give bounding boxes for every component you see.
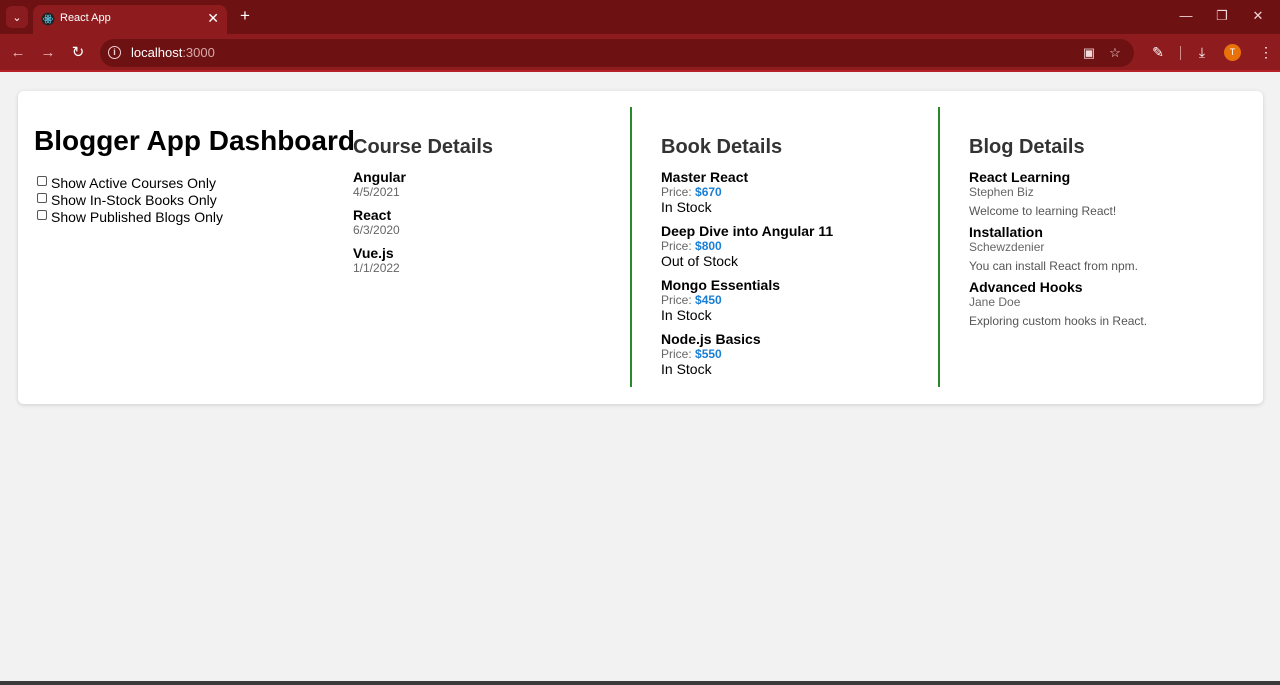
blog-details-section: Blog Details React Learning Stephen Biz …	[969, 136, 1147, 334]
tab-title: React App	[60, 12, 111, 24]
course-name: React	[353, 207, 392, 223]
taskbar-edge	[0, 681, 1280, 685]
column-divider	[938, 107, 940, 387]
browser-tab[interactable]: React App ✕	[33, 5, 227, 34]
column-divider	[630, 107, 632, 387]
back-arrow-icon[interactable]: ←	[8, 43, 28, 63]
price-label: Price:	[661, 239, 696, 253]
blog-content: Welcome to learning React!	[969, 204, 1117, 218]
blog-title: React Learning	[969, 169, 1071, 185]
restore-icon[interactable]: ❐	[1210, 6, 1234, 26]
filter-in-stock-books[interactable]: Show In-Stock Books Only	[37, 191, 223, 208]
stock-status: In Stock	[661, 307, 712, 323]
in-stock-books-checkbox[interactable]	[37, 192, 47, 203]
book-item: Deep Dive into Angular 11 Price: $800 Ou…	[661, 223, 833, 269]
dashboard-card: Blogger App Dashboard Show Active Course…	[18, 91, 1263, 404]
filter-published-blogs[interactable]: Show Published Blogs Only	[37, 208, 223, 225]
blog-item: Installation Schewzdenier You can instal…	[969, 224, 1147, 273]
book-item: Node.js Basics Price: $550 In Stock	[661, 331, 833, 377]
tab-strip: ⌄ React App ✕ + — ❐ ✕	[0, 0, 1280, 34]
book-name: Master React	[661, 169, 749, 185]
address-bar[interactable]: i localhost:3000 ▣ ☆	[100, 39, 1134, 67]
url-host: localhost	[131, 45, 183, 60]
tab-close-icon[interactable]: ✕	[207, 10, 219, 26]
book-item: Mongo Essentials Price: $450 In Stock	[661, 277, 833, 323]
profile-avatar[interactable]: T	[1224, 44, 1241, 61]
blog-author: Jane Doe	[969, 295, 1021, 309]
reload-icon[interactable]: ↻	[68, 43, 88, 63]
book-name: Deep Dive into Angular 11	[661, 223, 834, 239]
url-port: :3000	[182, 45, 215, 60]
course-name: Angular	[353, 169, 406, 185]
section-heading: Course Details	[353, 136, 494, 158]
course-item: React 6/3/2020	[353, 207, 493, 237]
book-price: Price: $550	[661, 347, 833, 361]
filter-label: Show In-Stock Books Only	[51, 191, 217, 208]
minimize-icon[interactable]: —	[1174, 6, 1198, 26]
price-value: $670	[695, 185, 722, 199]
course-item: Angular 4/5/2021	[353, 169, 493, 199]
downloads-icon[interactable]: ⤓	[1192, 42, 1212, 62]
extensions-puzzle-icon[interactable]: ✎	[1148, 42, 1168, 62]
filter-panel: Show Active Courses Only Show In-Stock B…	[37, 174, 223, 225]
price-value: $800	[695, 239, 722, 253]
toolbar-divider	[1180, 46, 1181, 60]
course-details-section: Course Details Angular 4/5/2021 React 6/…	[353, 136, 493, 283]
blog-author: Stephen Biz	[969, 185, 1034, 199]
book-name: Mongo Essentials	[661, 277, 781, 293]
section-heading: Book Details	[661, 136, 783, 158]
filter-label: Show Published Blogs Only	[51, 208, 223, 225]
bookmark-star-icon[interactable]: ☆	[1106, 44, 1124, 62]
book-price: Price: $450	[661, 293, 833, 307]
site-info-icon[interactable]: i	[108, 46, 121, 59]
react-logo-icon	[41, 12, 55, 26]
price-label: Price:	[661, 185, 696, 199]
book-price: Price: $670	[661, 185, 833, 199]
book-name: Node.js Basics	[661, 331, 761, 347]
browser-toolbar: ← → ↻ i localhost:3000 ▣ ☆ ✎ ⤓ T ⋮	[0, 34, 1280, 72]
blog-title: Installation	[969, 224, 1043, 240]
tab-search-chevron-icon[interactable]: ⌄	[6, 6, 28, 28]
browser-menu-icon[interactable]: ⋮	[1256, 42, 1276, 62]
url-text[interactable]: localhost:3000	[131, 45, 215, 60]
book-item: Master React Price: $670 In Stock	[661, 169, 833, 215]
blog-title: Advanced Hooks	[969, 279, 1083, 295]
course-item: Vue.js 1/1/2022	[353, 245, 493, 275]
install-app-icon[interactable]: ▣	[1080, 44, 1098, 62]
price-label: Price:	[661, 293, 696, 307]
forward-arrow-icon[interactable]: →	[38, 43, 58, 63]
stock-status: In Stock	[661, 361, 712, 377]
section-heading: Blog Details	[969, 136, 1085, 158]
price-label: Price:	[661, 347, 696, 361]
window-close-icon[interactable]: ✕	[1246, 6, 1270, 26]
blog-item: React Learning Stephen Biz Welcome to le…	[969, 169, 1147, 218]
page-title: Blogger App Dashboard	[34, 125, 355, 156]
published-blogs-checkbox[interactable]	[37, 209, 47, 220]
active-courses-checkbox[interactable]	[37, 175, 47, 186]
filter-label: Show Active Courses Only	[51, 174, 216, 191]
book-details-section: Book Details Master React Price: $670 In…	[661, 136, 833, 385]
price-value: $450	[695, 293, 722, 307]
blog-item: Advanced Hooks Jane Doe Exploring custom…	[969, 279, 1147, 328]
course-date: 4/5/2021	[353, 185, 400, 199]
blog-content: You can install React from npm.	[969, 259, 1138, 273]
filter-active-courses[interactable]: Show Active Courses Only	[37, 174, 223, 191]
new-tab-plus-icon[interactable]: +	[236, 6, 254, 26]
blog-author: Schewzdenier	[969, 240, 1045, 254]
course-name: Vue.js	[353, 245, 394, 261]
stock-status: In Stock	[661, 199, 712, 215]
blog-content: Exploring custom hooks in React.	[969, 314, 1148, 328]
stock-status: Out of Stock	[661, 253, 739, 269]
course-date: 6/3/2020	[353, 223, 400, 237]
price-value: $550	[695, 347, 722, 361]
book-price: Price: $800	[661, 239, 833, 253]
course-date: 1/1/2022	[353, 261, 400, 275]
